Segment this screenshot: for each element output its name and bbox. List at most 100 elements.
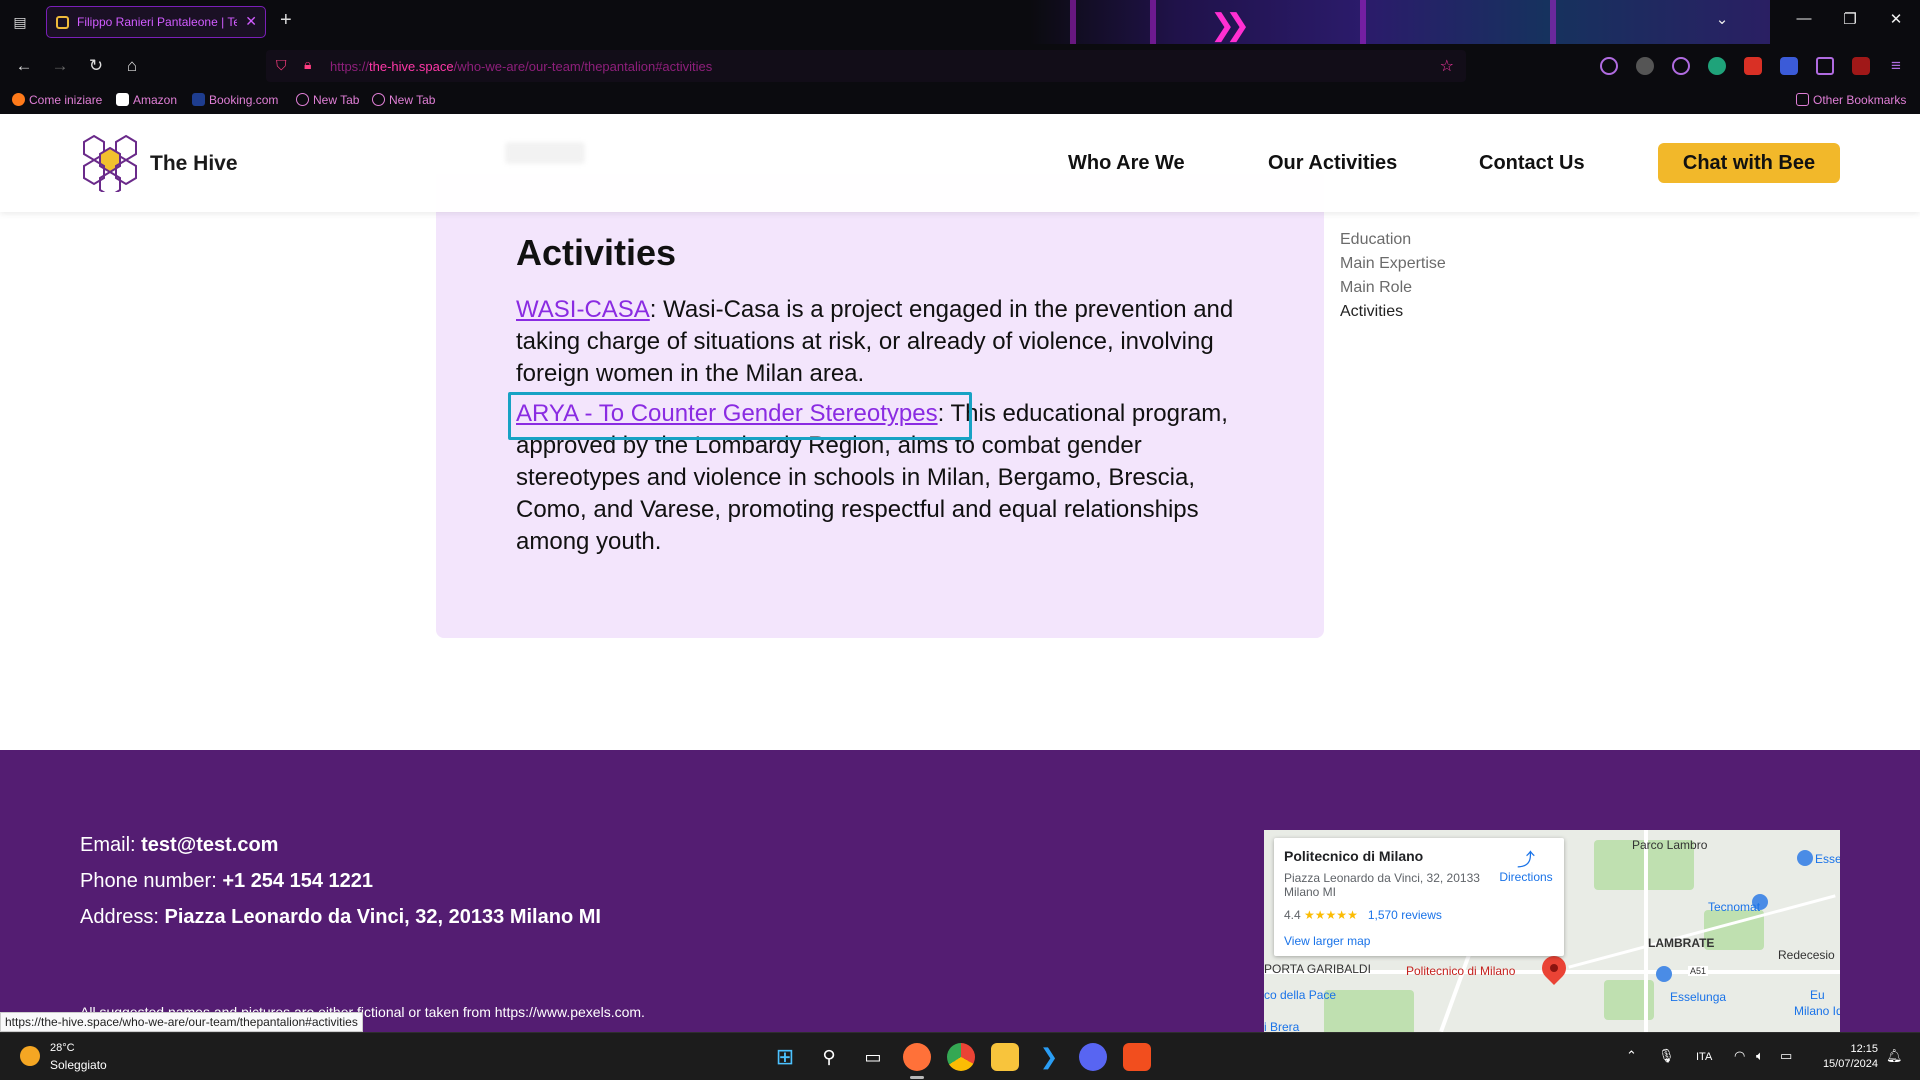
map-location-pin-icon[interactable]: [1537, 951, 1571, 985]
close-window-button[interactable]: ✕: [1876, 10, 1916, 28]
forward-arrow-icon[interactable]: →: [48, 56, 72, 76]
extension-blue-icon[interactable]: [1780, 57, 1798, 75]
bookmark-new-tab-2[interactable]: New Tab: [372, 93, 435, 107]
hive-logo-icon[interactable]: [80, 134, 140, 192]
link-status-url: https://the-hive.space/who-we-are/our-te…: [0, 1012, 363, 1032]
weather-condition[interactable]: Soleggiato: [50, 1058, 107, 1072]
firefox-icon: [12, 93, 25, 106]
restore-window-button[interactable]: ❐: [1830, 10, 1870, 28]
map-rating: 4.4 ★★★★★ 1,570 reviews: [1284, 908, 1442, 922]
ublock-icon[interactable]: [1852, 57, 1870, 75]
directions-icon: ⤴: [1517, 850, 1535, 870]
map-place-address: Piazza Leonardo da Vinci, 32, 20133 Mila…: [1284, 871, 1480, 899]
bookmark-booking[interactable]: Booking.com: [192, 93, 278, 107]
chat-with-bee-button[interactable]: Chat with Bee: [1658, 143, 1840, 183]
map-directions-button[interactable]: ⤴ Directions: [1496, 850, 1556, 884]
nav-our-activities[interactable]: Our Activities: [1268, 152, 1397, 175]
input-language[interactable]: ITA: [1696, 1051, 1712, 1063]
address-bar[interactable]: ⛉ 🔒︎ https://the-hive.space/who-we-are/o…: [266, 50, 1466, 82]
map-info-card: Politecnico di Milano Piazza Leonardo da…: [1274, 838, 1564, 956]
search-icon[interactable]: ⚲: [815, 1043, 843, 1071]
microphone-icon[interactable]: 🎙︎: [1658, 1048, 1675, 1064]
figma-icon[interactable]: [1123, 1043, 1151, 1071]
sun-weather-icon[interactable]: [20, 1046, 40, 1066]
chrome-taskbar-icon[interactable]: [947, 1043, 975, 1071]
map-poi-icon[interactable]: [1797, 850, 1813, 866]
table-of-contents: Education Main Expertise Main Role Activ…: [1340, 228, 1446, 324]
bookmark-come-iniziare[interactable]: Come iniziare: [12, 93, 102, 107]
extension-grammarly-icon[interactable]: [1708, 57, 1726, 75]
other-bookmarks[interactable]: Other Bookmarks: [1796, 93, 1906, 107]
url-text[interactable]: https://the-hive.space/who-we-are/our-te…: [330, 59, 712, 74]
account-icon[interactable]: [1672, 57, 1690, 75]
close-tab-icon[interactable]: ✕: [245, 13, 257, 30]
hive-favicon-icon: [56, 16, 69, 29]
system-clock[interactable]: 12:15 15/07/2024: [1814, 1042, 1878, 1072]
active-app-indicator: [910, 1076, 924, 1079]
activity-item-wasi-casa: WASI-CASA: Wasi-Casa is a project engage…: [516, 294, 1246, 390]
bookmark-star-icon[interactable]: ☆: [1440, 56, 1454, 76]
globe-icon: [296, 93, 309, 106]
booking-icon: [192, 93, 205, 106]
windows-taskbar: 28°C Soleggiato ⊞ ⚲ ▭ ❯ ⌃ 🎙︎ ITA ◠ 🔈︎ ▭ …: [0, 1032, 1920, 1080]
google-map-embed[interactable]: Parco Lambro Esse Tecnomat LAMBRATE Rede…: [1264, 830, 1840, 1032]
rating-stars-icon: ★★★★★: [1304, 908, 1358, 922]
theme-chevrons-icon: ❯❯: [1210, 9, 1250, 42]
downloads-icon[interactable]: [1636, 57, 1654, 75]
file-explorer-icon[interactable]: [991, 1043, 1019, 1071]
volume-icon[interactable]: 🔈︎: [1756, 1048, 1764, 1064]
nav-contact-us[interactable]: Contact Us: [1479, 152, 1585, 175]
tab-overflow-chevron-icon[interactable]: ⌄: [1702, 10, 1742, 28]
nav-who-are-we[interactable]: Who Are We: [1068, 152, 1185, 175]
menu-hamburger-icon[interactable]: ≡: [1884, 56, 1908, 76]
toc-item-main-role[interactable]: Main Role: [1340, 276, 1446, 300]
link-focus-ring: [508, 392, 972, 440]
address-value: Piazza Leonardo da Vinci, 32, 20133 Mila…: [164, 906, 601, 928]
tab-list-icon[interactable]: ▤: [10, 12, 30, 32]
discord-icon[interactable]: [1079, 1043, 1107, 1071]
bookmarks-bar: Come iniziare Amazon Booking.com New Tab…: [0, 88, 1920, 114]
firefox-taskbar-icon[interactable]: [903, 1043, 931, 1071]
site-header: The Hive Who Are We Our Activities Conta…: [0, 114, 1920, 212]
new-tab-button[interactable]: +: [280, 9, 292, 32]
map-poi-icon[interactable]: [1656, 966, 1672, 982]
footer-phone: Phone number: +1 254 154 1221: [80, 870, 374, 892]
amazon-icon: [116, 93, 129, 106]
notification-bell-icon[interactable]: 🔔︎: [1886, 1048, 1903, 1064]
battery-icon[interactable]: ▭: [1780, 1048, 1792, 1064]
wifi-icon[interactable]: ◠: [1734, 1048, 1745, 1064]
toc-item-education[interactable]: Education: [1340, 228, 1446, 252]
home-icon[interactable]: ⌂: [120, 56, 144, 76]
lock-icon[interactable]: 🔒︎: [304, 56, 311, 73]
reload-icon[interactable]: ↻: [84, 56, 108, 76]
wasi-casa-link[interactable]: WASI-CASA: [516, 296, 650, 323]
footer-email: Email: test@test.com: [80, 834, 279, 856]
ghost-text-behind-header: [505, 142, 585, 164]
phone-value[interactable]: +1 254 154 1221: [222, 870, 373, 892]
back-arrow-icon[interactable]: ←: [12, 56, 36, 76]
site-name[interactable]: The Hive: [150, 152, 238, 176]
email-value[interactable]: test@test.com: [141, 834, 278, 856]
extension-red-icon[interactable]: [1744, 57, 1762, 75]
map-reviews-link[interactable]: 1,570 reviews: [1368, 908, 1442, 922]
globe-icon: [372, 93, 385, 106]
browser-tab-active[interactable]: Filippo Ranieri Pantaleone | Tea ✕: [46, 6, 266, 38]
footer-address: Address: Piazza Leonardo da Vinci, 32, 2…: [80, 906, 601, 928]
tracking-shield-icon[interactable]: ⛉: [276, 57, 287, 74]
bookmark-new-tab-1[interactable]: New Tab: [296, 93, 359, 107]
toc-item-main-expertise[interactable]: Main Expertise: [1340, 252, 1446, 276]
tray-overflow-chevron-icon[interactable]: ⌃: [1626, 1048, 1637, 1064]
toc-item-activities[interactable]: Activities: [1340, 300, 1446, 324]
pocket-icon[interactable]: [1600, 57, 1618, 75]
activities-heading: Activities: [516, 232, 677, 273]
task-view-icon[interactable]: ▭: [859, 1043, 887, 1071]
folder-icon: [1796, 93, 1809, 106]
windows-start-icon[interactable]: ⊞: [771, 1043, 799, 1071]
minimize-window-button[interactable]: —: [1784, 10, 1824, 27]
extensions-puzzle-icon[interactable]: [1816, 57, 1834, 75]
vscode-icon[interactable]: ❯: [1035, 1043, 1063, 1071]
bookmark-amazon[interactable]: Amazon: [116, 93, 177, 107]
weather-temperature[interactable]: 28°C: [50, 1042, 75, 1054]
browser-tab-bar: ❯❯ ▤ Filippo Ranieri Pantaleone | Tea ✕ …: [0, 0, 1920, 44]
view-larger-map-link[interactable]: View larger map: [1284, 934, 1370, 948]
